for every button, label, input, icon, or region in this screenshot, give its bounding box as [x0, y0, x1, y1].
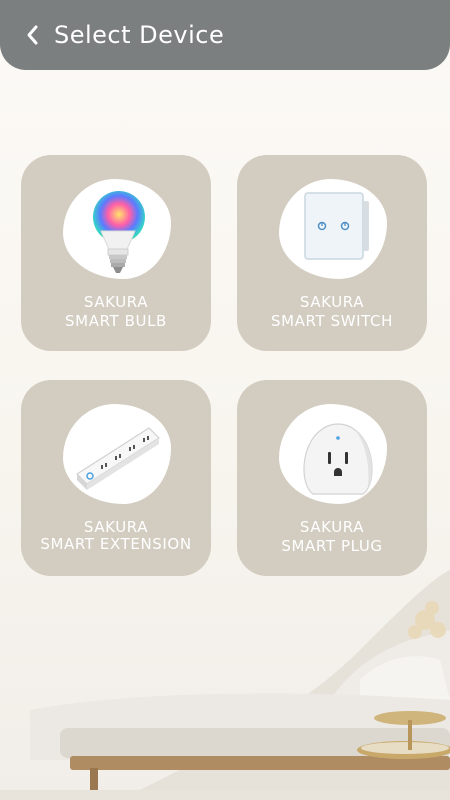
back-button[interactable]: [20, 20, 44, 50]
device-label-line1: SAKURA: [299, 518, 365, 536]
page-title: Select Device: [54, 21, 225, 49]
extension-icon: [76, 427, 160, 490]
device-label-line2: SMART SWITCH: [271, 312, 393, 330]
background-room-image: [0, 570, 450, 800]
chevron-left-icon: [27, 25, 38, 45]
device-image-blob: [63, 179, 171, 279]
plug-icon: [303, 423, 373, 495]
device-card-smart-plug[interactable]: SAKURA SMART PLUG: [237, 380, 427, 576]
bulb-icon: [93, 191, 145, 273]
device-label-line1: SAKURA: [299, 293, 365, 311]
device-label-line2: SMART PLUG: [281, 537, 383, 555]
top-app-bar: Select Device: [0, 0, 450, 70]
device-image-blob: [63, 404, 171, 504]
device-card-smart-bulb[interactable]: SAKURA SMART BULB: [21, 155, 211, 351]
switch-icon: [304, 192, 369, 260]
device-card-smart-switch[interactable]: SAKURA SMART SWITCH: [237, 155, 427, 351]
device-card-smart-extension[interactable]: SAKURA SMART EXTENSION: [21, 380, 211, 576]
device-label-line2: SMART EXTENSION: [40, 535, 192, 553]
device-image-blob: [279, 404, 387, 504]
device-label-line2: SMART BULB: [65, 312, 167, 330]
device-image-blob: [279, 179, 387, 279]
device-label-line1: SAKURA: [83, 293, 149, 311]
